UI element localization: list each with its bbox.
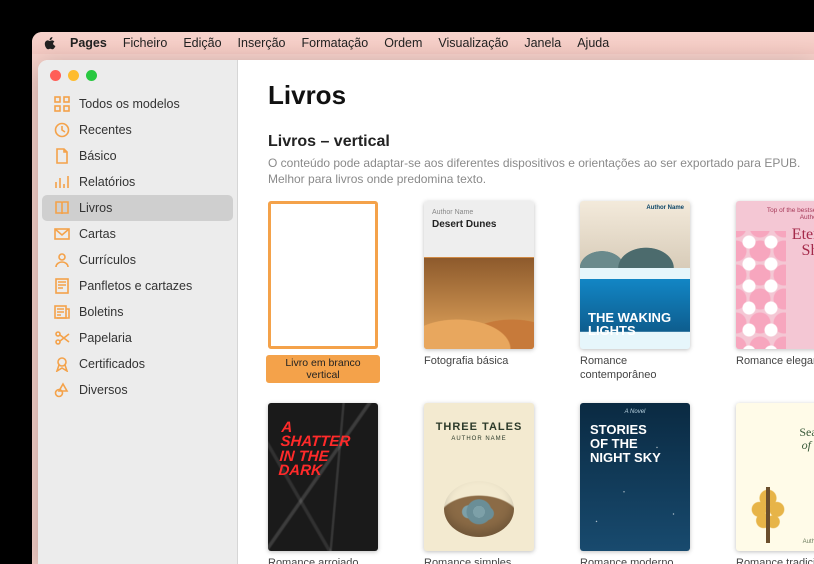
close-button[interactable] [50, 70, 61, 81]
template-romance-moderno[interactable]: A NovelSTORIESOF THENIGHT SKY Romance mo… [580, 403, 690, 564]
template-livro-em-branco-vertical[interactable]: Livro em branco vertical [268, 201, 378, 383]
template-caption: Fotografia básica [424, 355, 534, 369]
template-cover: A NovelSTORIESOF THENIGHT SKY [580, 403, 690, 551]
template-caption: Romance contemporâneo [580, 355, 690, 383]
menu-insercao[interactable]: Inserção [230, 36, 294, 50]
template-cover [268, 201, 378, 349]
sidebar-item-cartas[interactable]: Cartas [42, 221, 233, 247]
sidebar-item-label: Papelaria [79, 331, 132, 345]
sidebar-item-label: Relatórios [79, 175, 135, 189]
menu-ficheiro[interactable]: Ficheiro [115, 36, 175, 50]
template-cover: TheSeasonsof ParisAuthor Name [736, 403, 814, 551]
template-cover: Top of the bestsellers listAuthor NameEt… [736, 201, 814, 349]
menu-visualizacao[interactable]: Visualização [430, 36, 516, 50]
window-controls [38, 60, 237, 89]
sidebar-item-label: Currículos [79, 253, 136, 267]
sidebar-item-papelaria[interactable]: Papelaria [42, 325, 233, 351]
template-cover: ASHATTERIN THEDARK [268, 403, 378, 551]
sidebar-item-currículos[interactable]: Currículos [42, 247, 233, 273]
doc-icon [54, 148, 70, 164]
sidebar-item-certificados[interactable]: Certificados [42, 351, 233, 377]
template-romance-tradicional[interactable]: TheSeasonsof ParisAuthor Name Romance tr… [736, 403, 814, 564]
apple-menu-icon[interactable] [42, 37, 58, 50]
menu-janela[interactable]: Janela [516, 36, 569, 50]
book-icon [54, 200, 70, 216]
envelope-icon [54, 226, 70, 242]
menu-edicao[interactable]: Edição [175, 36, 229, 50]
person-icon [54, 252, 70, 268]
sidebar: Todos os modelos Recentes Básico Relatór… [38, 60, 238, 564]
sidebar-item-label: Livros [79, 201, 112, 215]
template-cover: Author NameDesert Dunes [424, 201, 534, 349]
menu-app-name[interactable]: Pages [62, 36, 115, 50]
sidebar-item-label: Diversos [79, 383, 128, 397]
template-romance-simples[interactable]: THREE TALESAUTHOR NAME Romance simples [424, 403, 534, 564]
sidebar-item-livros[interactable]: Livros [42, 195, 233, 221]
sidebar-item-panfletos-e-cartazes[interactable]: Panfletos e cartazes [42, 273, 233, 299]
content: Livros Livros – vertical O conteúdo pode… [238, 60, 814, 564]
section-title: Livros – vertical [268, 133, 814, 151]
template-cover: Author NameTHE WAKING LIGHTS [580, 201, 690, 349]
menu-formatacao[interactable]: Formatação [294, 36, 377, 50]
sidebar-item-boletins[interactable]: Boletins [42, 299, 233, 325]
sidebar-item-label: Básico [79, 149, 117, 163]
ribbon-icon [54, 356, 70, 372]
sidebar-item-label: Cartas [79, 227, 116, 241]
menu-ajuda[interactable]: Ajuda [569, 36, 617, 50]
shapes-icon [54, 382, 70, 398]
sidebar-item-recentes[interactable]: Recentes [42, 117, 233, 143]
menubar: Pages Ficheiro Edição Inserção Formataçã… [32, 32, 814, 54]
sidebar-item-label: Todos os modelos [79, 97, 180, 111]
clock-icon [54, 122, 70, 138]
template-caption: Romance tradicional [736, 557, 814, 564]
zoom-button[interactable] [86, 70, 97, 81]
template-caption: Romance simples [424, 557, 534, 564]
template-caption: Livro em branco vertical [266, 355, 380, 383]
chart-icon [54, 174, 70, 190]
news-icon [54, 304, 70, 320]
menu-ordem[interactable]: Ordem [376, 36, 430, 50]
template-chooser-window: Todos os modelos Recentes Básico Relatór… [38, 60, 814, 564]
page-title: Livros [268, 80, 814, 111]
template-romance-contemporâneo[interactable]: Author NameTHE WAKING LIGHTS Romance con… [580, 201, 690, 383]
template-cover: THREE TALESAUTHOR NAME [424, 403, 534, 551]
template-caption: Romance moderno [580, 557, 690, 564]
poster-icon [54, 278, 70, 294]
sidebar-item-relatórios[interactable]: Relatórios [42, 169, 233, 195]
template-caption: Romance arrojado [268, 557, 378, 564]
sidebar-item-básico[interactable]: Básico [42, 143, 233, 169]
template-fotografia-básica[interactable]: Author NameDesert Dunes Fotografia básic… [424, 201, 534, 383]
minimize-button[interactable] [68, 70, 79, 81]
template-caption: Romance elegante [736, 355, 814, 369]
sidebar-item-diversos[interactable]: Diversos [42, 377, 233, 403]
section-description: O conteúdo pode adaptar-se aos diferente… [268, 155, 814, 187]
sidebar-item-label: Certificados [79, 357, 145, 371]
sidebar-item-label: Panfletos e cartazes [79, 279, 192, 293]
sidebar-item-label: Boletins [79, 305, 123, 319]
sidebar-item-label: Recentes [79, 123, 132, 137]
sidebar-item-todos-os-modelos[interactable]: Todos os modelos [42, 91, 233, 117]
template-romance-elegante[interactable]: Top of the bestsellers listAuthor NameEt… [736, 201, 814, 383]
template-romance-arrojado[interactable]: ASHATTERIN THEDARK Romance arrojado [268, 403, 378, 564]
grid-icon [54, 96, 70, 112]
scissors-icon [54, 330, 70, 346]
